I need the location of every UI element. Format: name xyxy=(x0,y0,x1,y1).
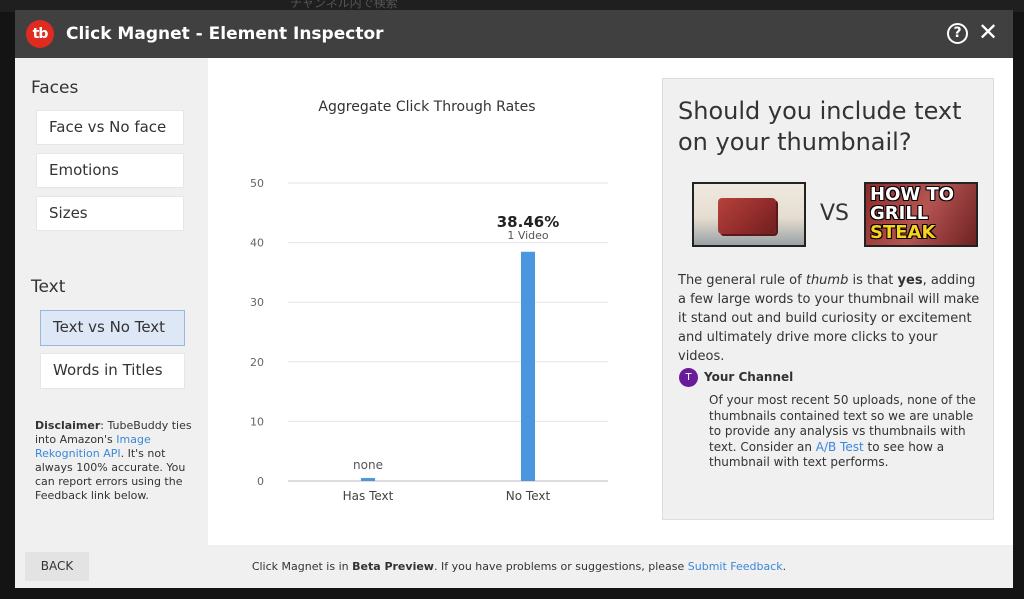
data-sublabel: 1 Video xyxy=(507,229,549,242)
y-tick-label: 0 xyxy=(257,475,264,488)
x-tick-label: Has Text xyxy=(343,489,394,503)
y-tick-label: 10 xyxy=(250,415,264,428)
thumbnail-with-text: HOW TO GRILL STEAK xyxy=(864,182,978,247)
channel-analysis: Of your most recent 50 uploads, none of … xyxy=(709,393,981,471)
nav-face-vs-no-face[interactable]: Face vs No face xyxy=(36,110,184,145)
faces-section-title: Faces xyxy=(31,78,79,98)
question-circle-icon[interactable]: ? xyxy=(947,23,968,44)
tubebuddy-logo-icon: tb xyxy=(26,20,54,48)
ctr-bar-chart: 01020304050Has TextnoneNo Text38.46%1 Vi… xyxy=(250,177,608,503)
footer-text: Click Magnet is in Beta Preview. If you … xyxy=(15,560,1013,573)
thumb-text-line-2: GRILL xyxy=(870,203,929,224)
element-inspector-modal: tb Click Magnet - Element Inspector ? ✕ … xyxy=(15,10,1013,588)
nav-emotions[interactable]: Emotions xyxy=(36,153,184,188)
x-tick-label: No Text xyxy=(506,489,551,503)
title-bar: tb Click Magnet - Element Inspector ? ✕ xyxy=(15,10,1013,58)
thumb-text-line-1: HOW TO xyxy=(870,184,955,205)
y-tick-label: 20 xyxy=(250,356,264,369)
channel-name: Your Channel xyxy=(704,370,794,384)
footer-text-1: Click Magnet is in xyxy=(251,560,353,573)
nav-text-vs-no-text[interactable]: Text vs No Text xyxy=(40,310,185,346)
vs-label: VS xyxy=(820,201,850,226)
y-tick-label: 30 xyxy=(250,296,264,309)
thumbnail-no-text xyxy=(692,182,806,247)
footer-text-2: . If you have problems or suggestions, p… xyxy=(433,560,688,573)
info-body-text-2: is that xyxy=(848,273,898,288)
info-body-strong: yes xyxy=(897,273,923,288)
info-heading: Should you include text on your thumbnai… xyxy=(678,97,962,156)
ab-test-link[interactable]: A/B Test xyxy=(816,440,864,454)
y-tick-label: 40 xyxy=(250,237,264,250)
y-tick-label: 50 xyxy=(250,177,264,190)
footer: BACK Click Magnet is in Beta Preview. If… xyxy=(15,545,1013,588)
beta-preview-label: Beta Preview xyxy=(352,560,434,573)
info-panel: Should you include text on your thumbnai… xyxy=(662,78,994,520)
thumbnail-overlay-text: HOW TO GRILL STEAK xyxy=(870,185,954,242)
sidebar: Faces Face vs No face Emotions Sizes Tex… xyxy=(15,58,208,545)
disclaimer: Disclaimer: TubeBuddy ties into Amazon's… xyxy=(35,419,193,503)
nav-words-in-titles[interactable]: Words in Titles xyxy=(40,353,185,389)
info-body-emphasis: thumb xyxy=(805,273,849,288)
bar xyxy=(361,478,375,481)
chart-area: Aggregate Click Through Rates 0 10 20 30 40 5… xyxy=(208,58,646,545)
nav-sizes[interactable]: Sizes xyxy=(36,196,184,231)
footer-text-3: . xyxy=(782,560,787,573)
channel-avatar: T xyxy=(679,368,698,387)
info-body-text-1: The general rule of xyxy=(678,273,806,288)
info-body: The general rule of thumb is that yes, a… xyxy=(678,271,983,366)
thumb-text-line-3: STEAK xyxy=(870,222,936,243)
data-label: none xyxy=(353,458,383,472)
steak-image xyxy=(718,198,776,234)
close-icon[interactable]: ✕ xyxy=(978,19,998,45)
bar xyxy=(521,251,535,481)
submit-feedback-link[interactable]: Submit Feedback xyxy=(688,560,783,573)
text-section-title: Text xyxy=(31,277,66,297)
window-title: Click Magnet - Element Inspector xyxy=(66,24,384,44)
disclaimer-label: Disclaimer xyxy=(35,419,101,432)
